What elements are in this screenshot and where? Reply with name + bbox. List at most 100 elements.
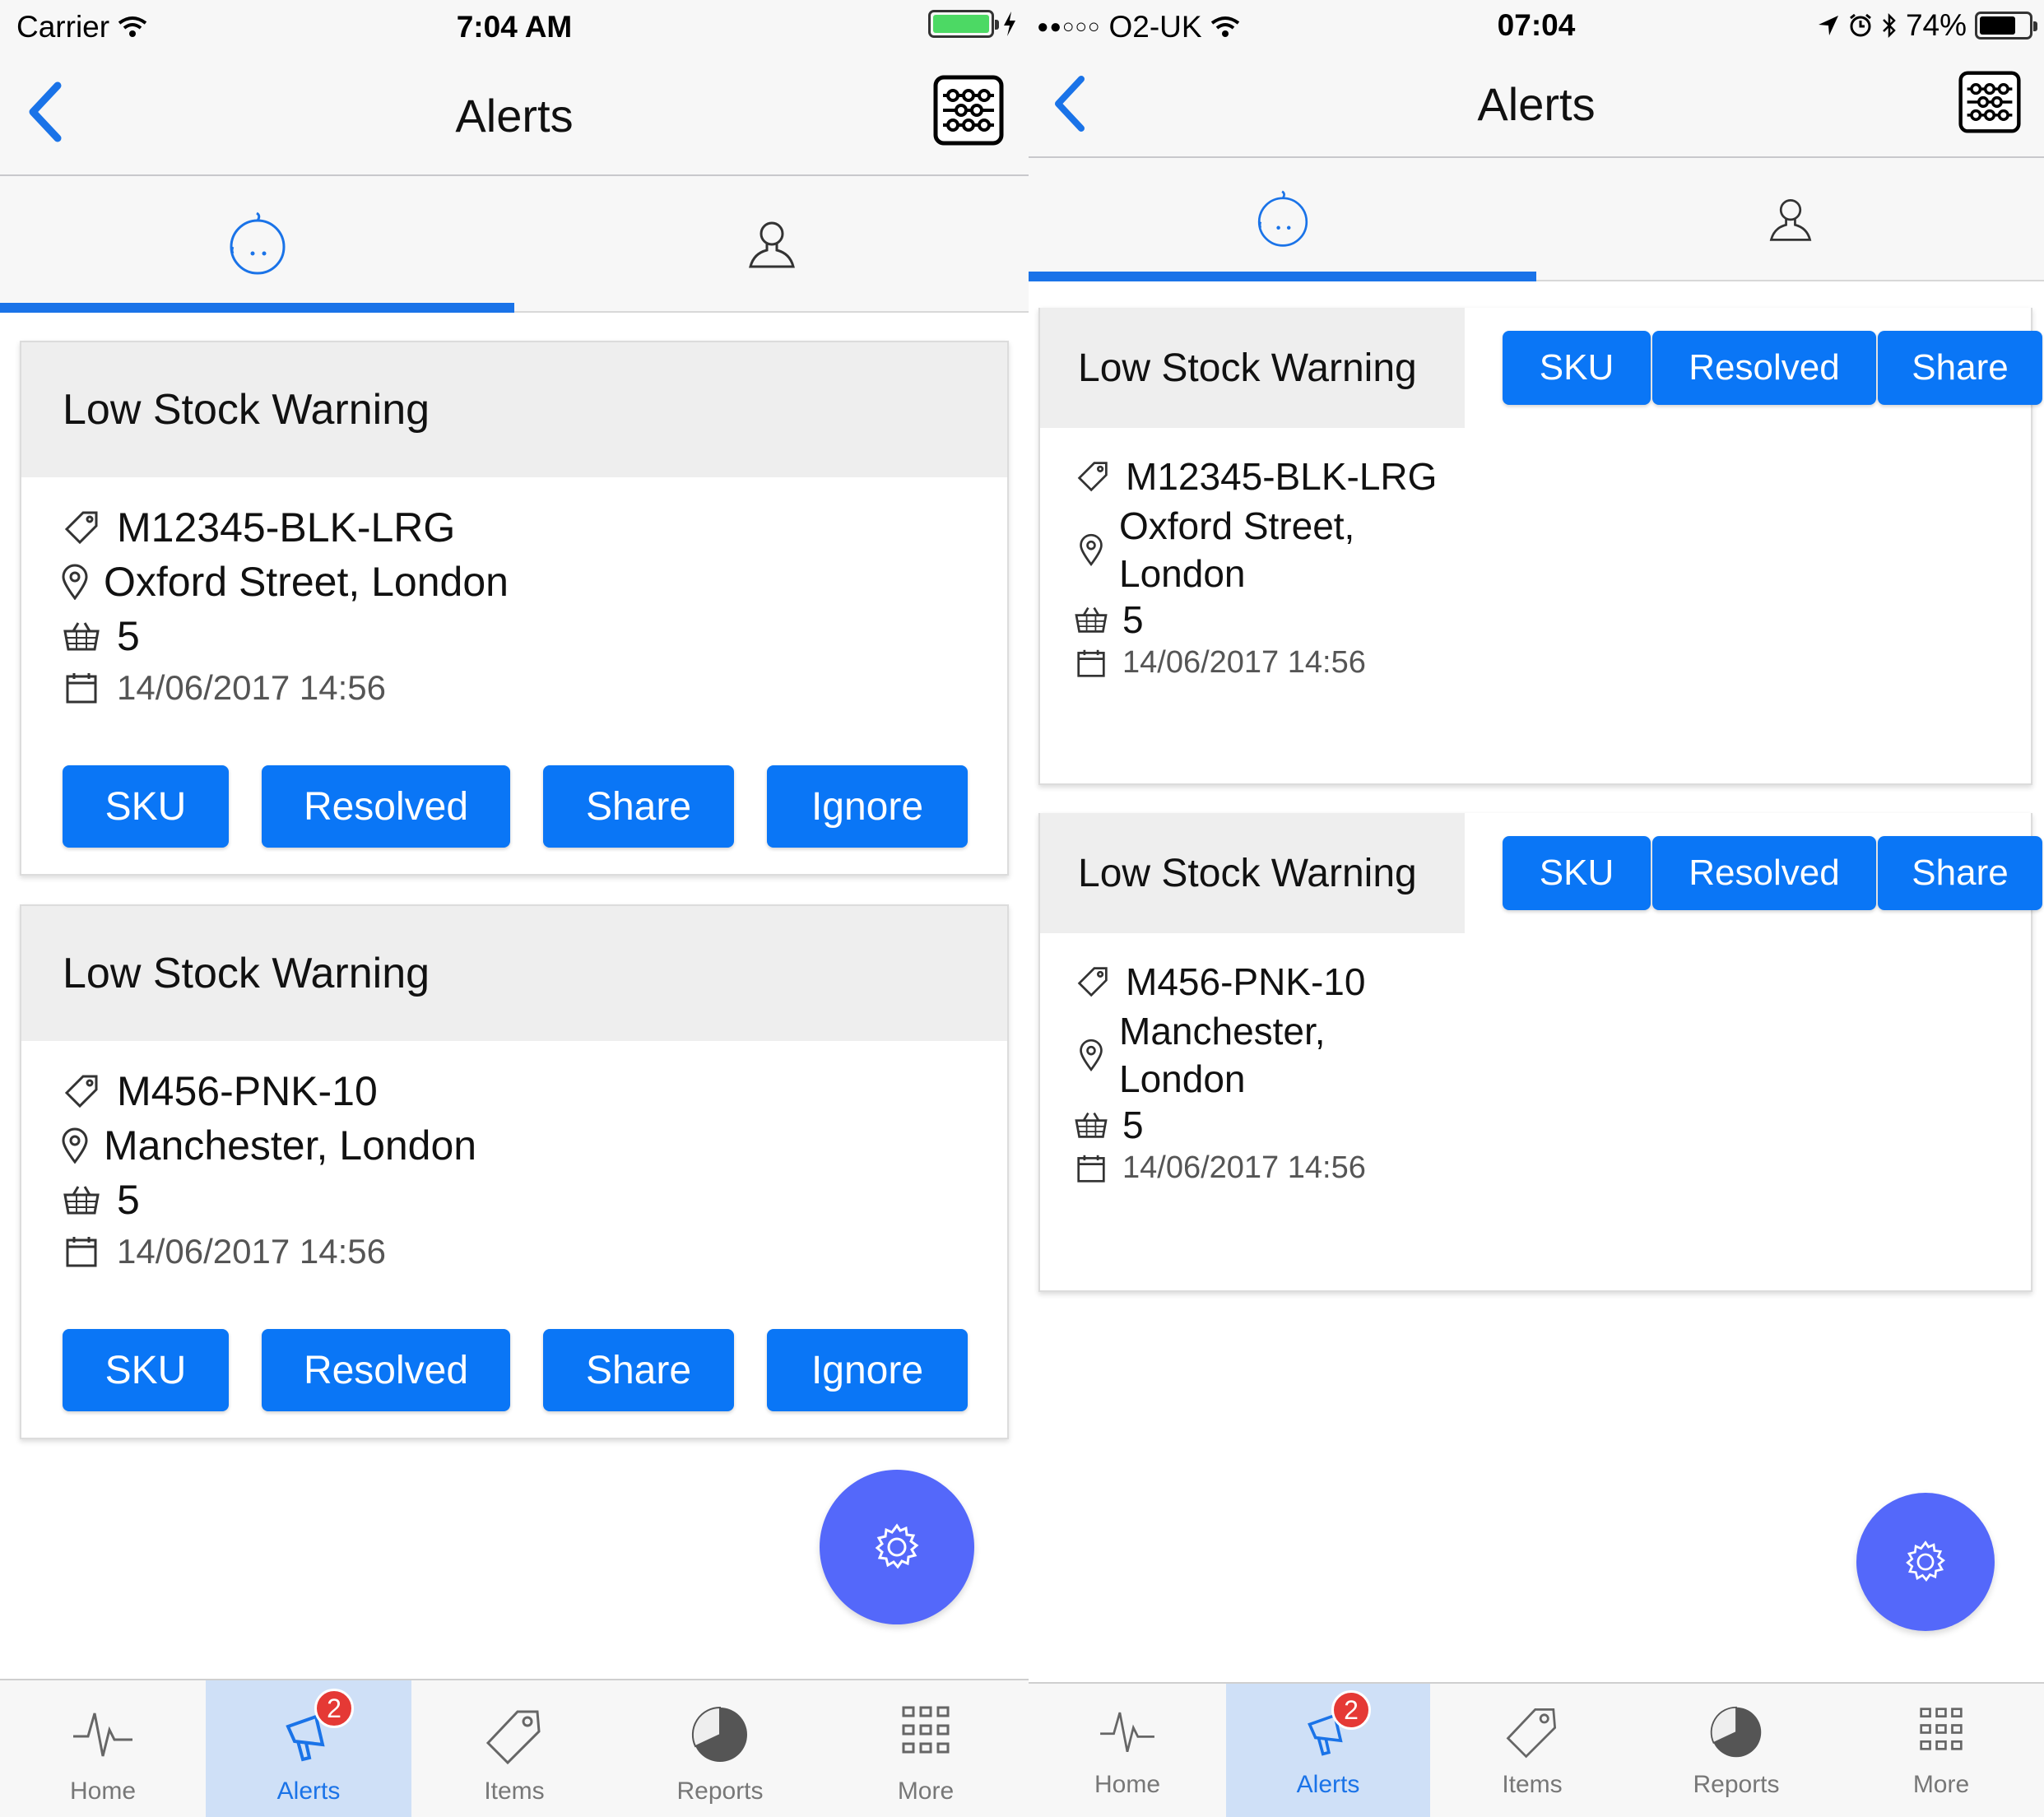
share-button[interactable]: Share	[543, 1329, 734, 1411]
share-button[interactable]: Share	[543, 765, 734, 848]
tab-label: More	[1912, 1771, 1970, 1798]
alert-title: Low Stock Warning	[63, 950, 430, 997]
ignore-button[interactable]: Ignore	[767, 765, 968, 848]
tag-icon	[1077, 967, 1108, 997]
tab-alerts[interactable]: 2 Alerts	[1226, 1684, 1430, 1817]
location-arrow-icon	[1818, 16, 1838, 35]
date-value: 14/06/2017 14:56	[117, 1232, 386, 1271]
quantity-row: 5	[61, 612, 140, 660]
share-button[interactable]: Share	[1878, 836, 2042, 910]
person-icon	[1769, 198, 1811, 241]
tag-icon	[1077, 462, 1108, 492]
tab-label: Items	[1502, 1771, 1563, 1798]
alert-card-header: Low Stock Warning	[21, 342, 1007, 477]
date-row: 14/06/2017 14:56	[61, 1232, 386, 1271]
tag-icon	[64, 511, 98, 545]
filter-sliders-icon[interactable]	[1958, 69, 2021, 135]
tab-home[interactable]: Home	[1029, 1684, 1226, 1817]
calendar-icon	[66, 673, 97, 704]
quantity-value: 5	[117, 613, 140, 659]
alert-title: Low Stock Warning	[1078, 851, 1417, 895]
date-row: 14/06/2017 14:56	[1075, 645, 1366, 681]
location-row: Manchester, London	[54, 1122, 476, 1169]
basket-icon	[1075, 606, 1108, 633]
tab-label: Alerts	[1296, 1771, 1360, 1798]
tab-home[interactable]: Home	[0, 1680, 206, 1817]
baby-face-icon	[1257, 190, 1308, 247]
tab-items[interactable]: Items	[1430, 1684, 1634, 1817]
alert-card: Low Stock Warning M456-PNK-10 Manchester…	[20, 904, 1009, 1439]
calendar-icon	[66, 1237, 97, 1267]
nav-bar: Alerts	[0, 53, 1029, 176]
tab-label: Home	[69, 1778, 137, 1805]
person-icon	[748, 221, 795, 268]
location-pin-icon	[62, 1127, 88, 1164]
date-value: 14/06/2017 14:56	[117, 668, 386, 707]
tab-label: Alerts	[276, 1778, 341, 1805]
tab-label: Home	[1094, 1771, 1161, 1798]
location-row: Oxford Street, London	[54, 558, 509, 606]
alert-card: Low Stock Warning M12345-BLK-LRG Oxford …	[20, 341, 1009, 876]
resolved-button[interactable]: Resolved	[262, 1329, 510, 1411]
status-bar: ●●○○○ O2-UK 07:04 74%	[1029, 0, 2044, 53]
tab-more[interactable]: More	[823, 1680, 1029, 1817]
basket-icon	[1075, 1112, 1108, 1138]
sku-row: M456-PNK-10	[1075, 960, 1365, 1004]
grid-icon	[902, 1706, 950, 1754]
tab-person[interactable]	[1536, 158, 2044, 280]
sku-button[interactable]: SKU	[63, 765, 229, 848]
tab-alerts[interactable]: 2 Alerts	[206, 1680, 411, 1817]
filter-sliders-icon[interactable]	[933, 75, 1004, 146]
bottom-tab-bar: Home 2 Alerts Items Reports More	[1029, 1682, 2044, 1817]
tab-baby[interactable]	[1029, 158, 1536, 281]
alarm-icon	[1850, 13, 1871, 37]
resolved-button[interactable]: Resolved	[1652, 836, 1876, 910]
tab-more[interactable]: More	[1838, 1684, 2044, 1817]
sku-button[interactable]: SKU	[1503, 836, 1651, 910]
sku-button[interactable]: SKU	[63, 1329, 229, 1411]
ignore-button[interactable]: Ignore	[767, 1329, 968, 1411]
active-tab-indicator	[0, 303, 514, 313]
location-line-2: London	[1119, 1057, 1246, 1100]
tab-person[interactable]	[514, 176, 1029, 311]
tab-items[interactable]: Items	[411, 1680, 617, 1817]
bluetooth-icon	[1883, 12, 1896, 39]
alert-card-header: Low Stock Warning	[1040, 813, 1465, 933]
gear-icon	[1906, 1540, 1945, 1582]
date-value: 14/06/2017 14:56	[1122, 645, 1366, 680]
active-tab-indicator	[1029, 272, 1536, 281]
status-bar: Carrier 7:04 AM	[0, 0, 1029, 53]
gear-icon	[875, 1523, 919, 1569]
resolved-button[interactable]: Resolved	[262, 765, 510, 848]
tab-reports[interactable]: Reports	[617, 1680, 823, 1817]
tab-label: Reports	[676, 1778, 764, 1805]
alert-title: Low Stock Warning	[63, 386, 430, 434]
tab-label: Reports	[1693, 1771, 1780, 1798]
charging-icon	[1004, 12, 1015, 36]
basket-icon	[63, 622, 100, 651]
settings-fab[interactable]	[1856, 1493, 1995, 1631]
calendar-icon	[1077, 649, 1105, 677]
pulse-icon	[73, 1712, 132, 1757]
location-line-1: Manchester,	[1119, 1010, 1326, 1053]
sku-button[interactable]: SKU	[1503, 331, 1651, 405]
nav-bar: Alerts	[1029, 53, 2044, 158]
tab-reports[interactable]: Reports	[1634, 1684, 1838, 1817]
page-title: Alerts	[455, 90, 574, 142]
location-pin-icon	[1080, 533, 1103, 566]
share-button[interactable]: Share	[1878, 331, 2042, 405]
tag-icon	[64, 1075, 98, 1108]
location-row: Oxford Street, London	[1075, 502, 1354, 597]
date-row: 14/06/2017 14:56	[61, 668, 386, 708]
calendar-icon	[1077, 1155, 1105, 1183]
status-time: 7:04 AM	[456, 10, 573, 44]
sku-value: M456-PNK-10	[1126, 960, 1366, 1003]
bottom-tab-bar: Home 2 Alerts Items Reports More	[0, 1679, 1029, 1817]
alerts-badge: 2	[1331, 1690, 1371, 1730]
settings-fab[interactable]	[820, 1470, 974, 1624]
alert-card-header: Low Stock Warning	[21, 906, 1007, 1041]
tab-baby[interactable]	[0, 176, 514, 313]
location-pin-icon	[1080, 1039, 1103, 1071]
tab-label: Items	[484, 1778, 545, 1805]
resolved-button[interactable]: Resolved	[1652, 331, 1876, 405]
